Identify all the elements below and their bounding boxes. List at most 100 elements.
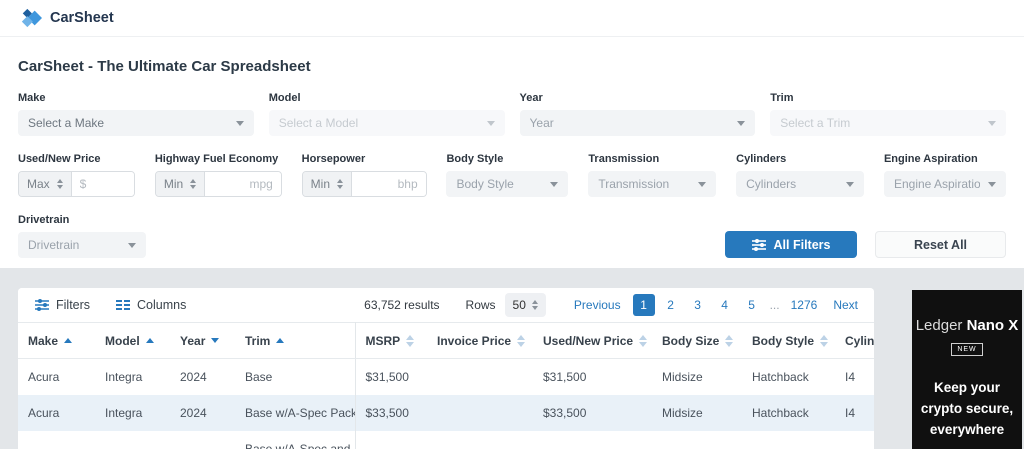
table-row[interactable]: Acura Integra 2024 Base w/A-Spec Package $33… (18, 394, 874, 431)
column-header-body-style[interactable]: Body Style (742, 322, 835, 359)
sort-asc-icon (64, 338, 73, 343)
car-table: Make Model Year Trim MSRP Invoice Price Used/N… (18, 322, 874, 449)
model-select[interactable]: Select a Model (268, 110, 505, 136)
filter-highway-fuel-economy: Highway Fuel Economy Min (154, 153, 282, 197)
cell-model: Integra (105, 405, 143, 420)
cell-make: Acura (28, 405, 60, 420)
column-header-body-size[interactable]: Body Size (652, 322, 742, 359)
column-header-msrp[interactable]: MSRP (355, 322, 427, 359)
column-label: MSRP (365, 333, 401, 348)
filter-transmission: Transmission Transmission (588, 153, 717, 197)
column-header-year[interactable]: Year (170, 322, 235, 359)
columns-button[interactable]: Columns (116, 298, 186, 312)
rows-per-page-group: Rows 50 (466, 293, 546, 317)
cell-used-new-price (533, 431, 652, 449)
reset-all-button[interactable]: Reset All (875, 231, 1006, 258)
chevron-down-icon (698, 181, 707, 187)
chevron-down-icon (128, 242, 136, 248)
make-select[interactable]: Select a Make (18, 110, 254, 136)
filter-model: Model Select a Model (268, 92, 505, 136)
previous-page-button[interactable]: Previous (570, 298, 625, 312)
page-button-4[interactable]: 4 (714, 294, 736, 316)
column-header-make[interactable]: Make (18, 322, 95, 359)
used-new-price-mode-select[interactable]: Max (19, 172, 72, 196)
ad-tagline: Keep your crypto secure, everywhere (920, 380, 1014, 437)
model-label: Model (268, 92, 301, 104)
cylinders-select[interactable]: Cylinders (736, 171, 865, 197)
cell-year: 2024 (180, 405, 207, 420)
transmission-select[interactable]: Transmission (588, 171, 717, 197)
cell-body-style: Hatchback (752, 369, 809, 384)
cell-year (170, 431, 235, 449)
year-label: Year (519, 92, 543, 104)
up-down-icon (531, 300, 538, 310)
all-filters-button[interactable]: All Filters (725, 231, 857, 258)
table-row[interactable]: Acura Integra 2024 Base $31,500 $31,500 Midsiz… (18, 358, 874, 395)
sort-both-icon (820, 334, 829, 347)
column-header-invoice-price[interactable]: Invoice Price (427, 322, 533, 359)
page-buttons: 1 2 3 4 5... 1276 (632, 294, 822, 316)
cell-msrp: $33,500 (365, 405, 409, 420)
column-header-model[interactable]: Model (95, 322, 170, 359)
highway-fuel-economy-input[interactable] (205, 172, 281, 196)
filter-row-3: Drivetrain Drivetrain All Filters Reset … (18, 214, 1006, 258)
column-header-trim[interactable]: Trim (235, 322, 356, 359)
horsepower-mode-select[interactable]: Min (302, 172, 352, 196)
page-button-3[interactable]: 3 (687, 294, 709, 316)
horsepower-input[interactable] (352, 172, 426, 196)
cylinders-label: Cylinders (736, 153, 787, 165)
used-new-price-input[interactable] (71, 172, 134, 196)
used-new-price-label: Used/New Price (18, 153, 101, 165)
filter-panel: CarSheet - The Ultimate Car Spreadsheet … (0, 37, 1024, 268)
filter-year: Year Year (519, 92, 756, 136)
cell-used-new-price: $33,500 (543, 405, 587, 420)
table-card: Filters Columns 63,752 results Rows 50 P… (18, 288, 874, 449)
column-header-used-new-price[interactable]: Used/New Price (533, 322, 652, 359)
cell-body-size: Midsize (662, 405, 703, 420)
brand-logo[interactable]: CarSheet (20, 7, 114, 29)
up-down-icon (337, 179, 343, 189)
trim-select[interactable]: Select a Trim (770, 110, 1006, 136)
rows-per-page-value: 50 (512, 298, 526, 312)
up-down-icon (56, 179, 63, 189)
make-select-value: Select a Make (28, 116, 105, 130)
columns-button-label: Columns (137, 298, 187, 312)
column-label: Model (105, 333, 140, 348)
sort-asc-icon (145, 338, 154, 343)
next-page-button[interactable]: Next (829, 298, 862, 312)
year-select[interactable]: Year (519, 110, 756, 136)
cell-body-size: Midsize (662, 369, 703, 384)
ledger-ad-banner[interactable]: Ledger Nano X NEW Keep your crypto secur… (912, 290, 1022, 449)
transmission-select-value: Transmission (598, 177, 670, 191)
page-button-1276[interactable]: 1276 (787, 294, 822, 316)
column-header-cylinders[interactable]: Cylinders (835, 322, 874, 359)
mode-value: Min (163, 177, 184, 191)
table-row[interactable]: Base w/A-Spec and (18, 430, 874, 449)
page-button-1[interactable]: 1 (632, 294, 655, 316)
page-button-5[interactable]: 5 (741, 294, 763, 316)
filter-drivetrain: Drivetrain Drivetrain (18, 214, 146, 258)
table-header-row: Make Model Year Trim MSRP Invoice Price Used/N… (18, 322, 874, 359)
drivetrain-select[interactable]: Drivetrain (18, 232, 146, 258)
trim-select-value: Select a Trim (780, 116, 851, 130)
page-button-2[interactable]: 2 (660, 294, 682, 316)
column-label: Year (180, 333, 206, 348)
make-label: Make (18, 92, 46, 104)
highway-fuel-economy-mode-select[interactable]: Min (155, 172, 206, 196)
filters-button[interactable]: Filters (35, 298, 90, 312)
engine-aspiration-select[interactable]: Engine Aspiration (883, 171, 1006, 197)
engine-aspiration-select-value: Engine Aspiration (893, 177, 980, 191)
column-label: Cylinders (845, 333, 874, 348)
cell-trim: Base w/A-Spec Package (235, 394, 356, 431)
filter-make: Make Select a Make (18, 92, 254, 136)
cell-msrp: $31,500 (365, 369, 409, 384)
rows-per-page-select[interactable]: 50 (504, 293, 546, 317)
highway-fuel-economy-group: Min (154, 171, 282, 197)
cell-msrp (355, 431, 427, 449)
reset-all-label: Reset All (913, 237, 968, 252)
results-count: 63,752 results (364, 298, 440, 312)
body-style-select[interactable]: Body Style (446, 171, 569, 197)
chevron-down-icon (846, 181, 855, 187)
sort-desc-icon (211, 338, 220, 343)
page-title: CarSheet - The Ultimate Car Spreadsheet (18, 58, 311, 75)
